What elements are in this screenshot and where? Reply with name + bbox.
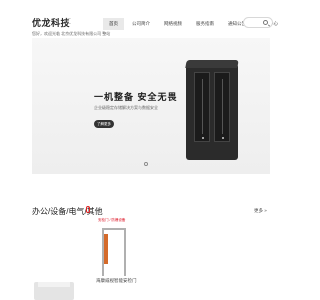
banner-title: 一机整备 安全无畏 [94,92,178,102]
product-label: 安检门 / 防爆设备 [98,218,126,222]
logo-mark: 汇 [66,19,72,25]
section-title: 办公/设备/电气/其他 [32,207,103,216]
nav-item-service[interactable]: 服务指南 [190,18,220,30]
nav-item-home[interactable]: 首页 [103,18,124,30]
nav-item-about[interactable]: 公司简介 [126,18,156,30]
product-card-detector[interactable]: 安检门 / 防爆设备 [96,216,132,276]
learn-more-button[interactable]: 了解更多 [94,120,114,128]
welcome-text: 您好，欢迎光临 北京优龙科技有限公司 整站 [32,31,111,36]
detector-image [102,228,126,276]
site-logo[interactable]: 优龙科技 [32,16,70,29]
product-card-printer[interactable] [34,282,74,300]
banner-subtitle: 企业级稳定存储解决方案与数据安全 [94,105,158,110]
carousel-dots [144,162,148,166]
search-icon[interactable] [263,20,268,25]
search-input[interactable] [243,17,273,28]
nas-device-image [182,60,242,162]
section-badge-icon [86,206,90,213]
printer-image [34,282,74,300]
hero-banner[interactable]: 一机整备 安全无畏 企业级稳定存储解决方案与数据安全 了解更多 [32,38,270,174]
nav-item-video[interactable]: 网络视频 [158,18,188,30]
carousel-dot[interactable] [144,162,148,166]
more-link[interactable]: 更多 » [254,208,267,214]
product-title[interactable]: 海康威视智能安检门 [96,278,137,284]
